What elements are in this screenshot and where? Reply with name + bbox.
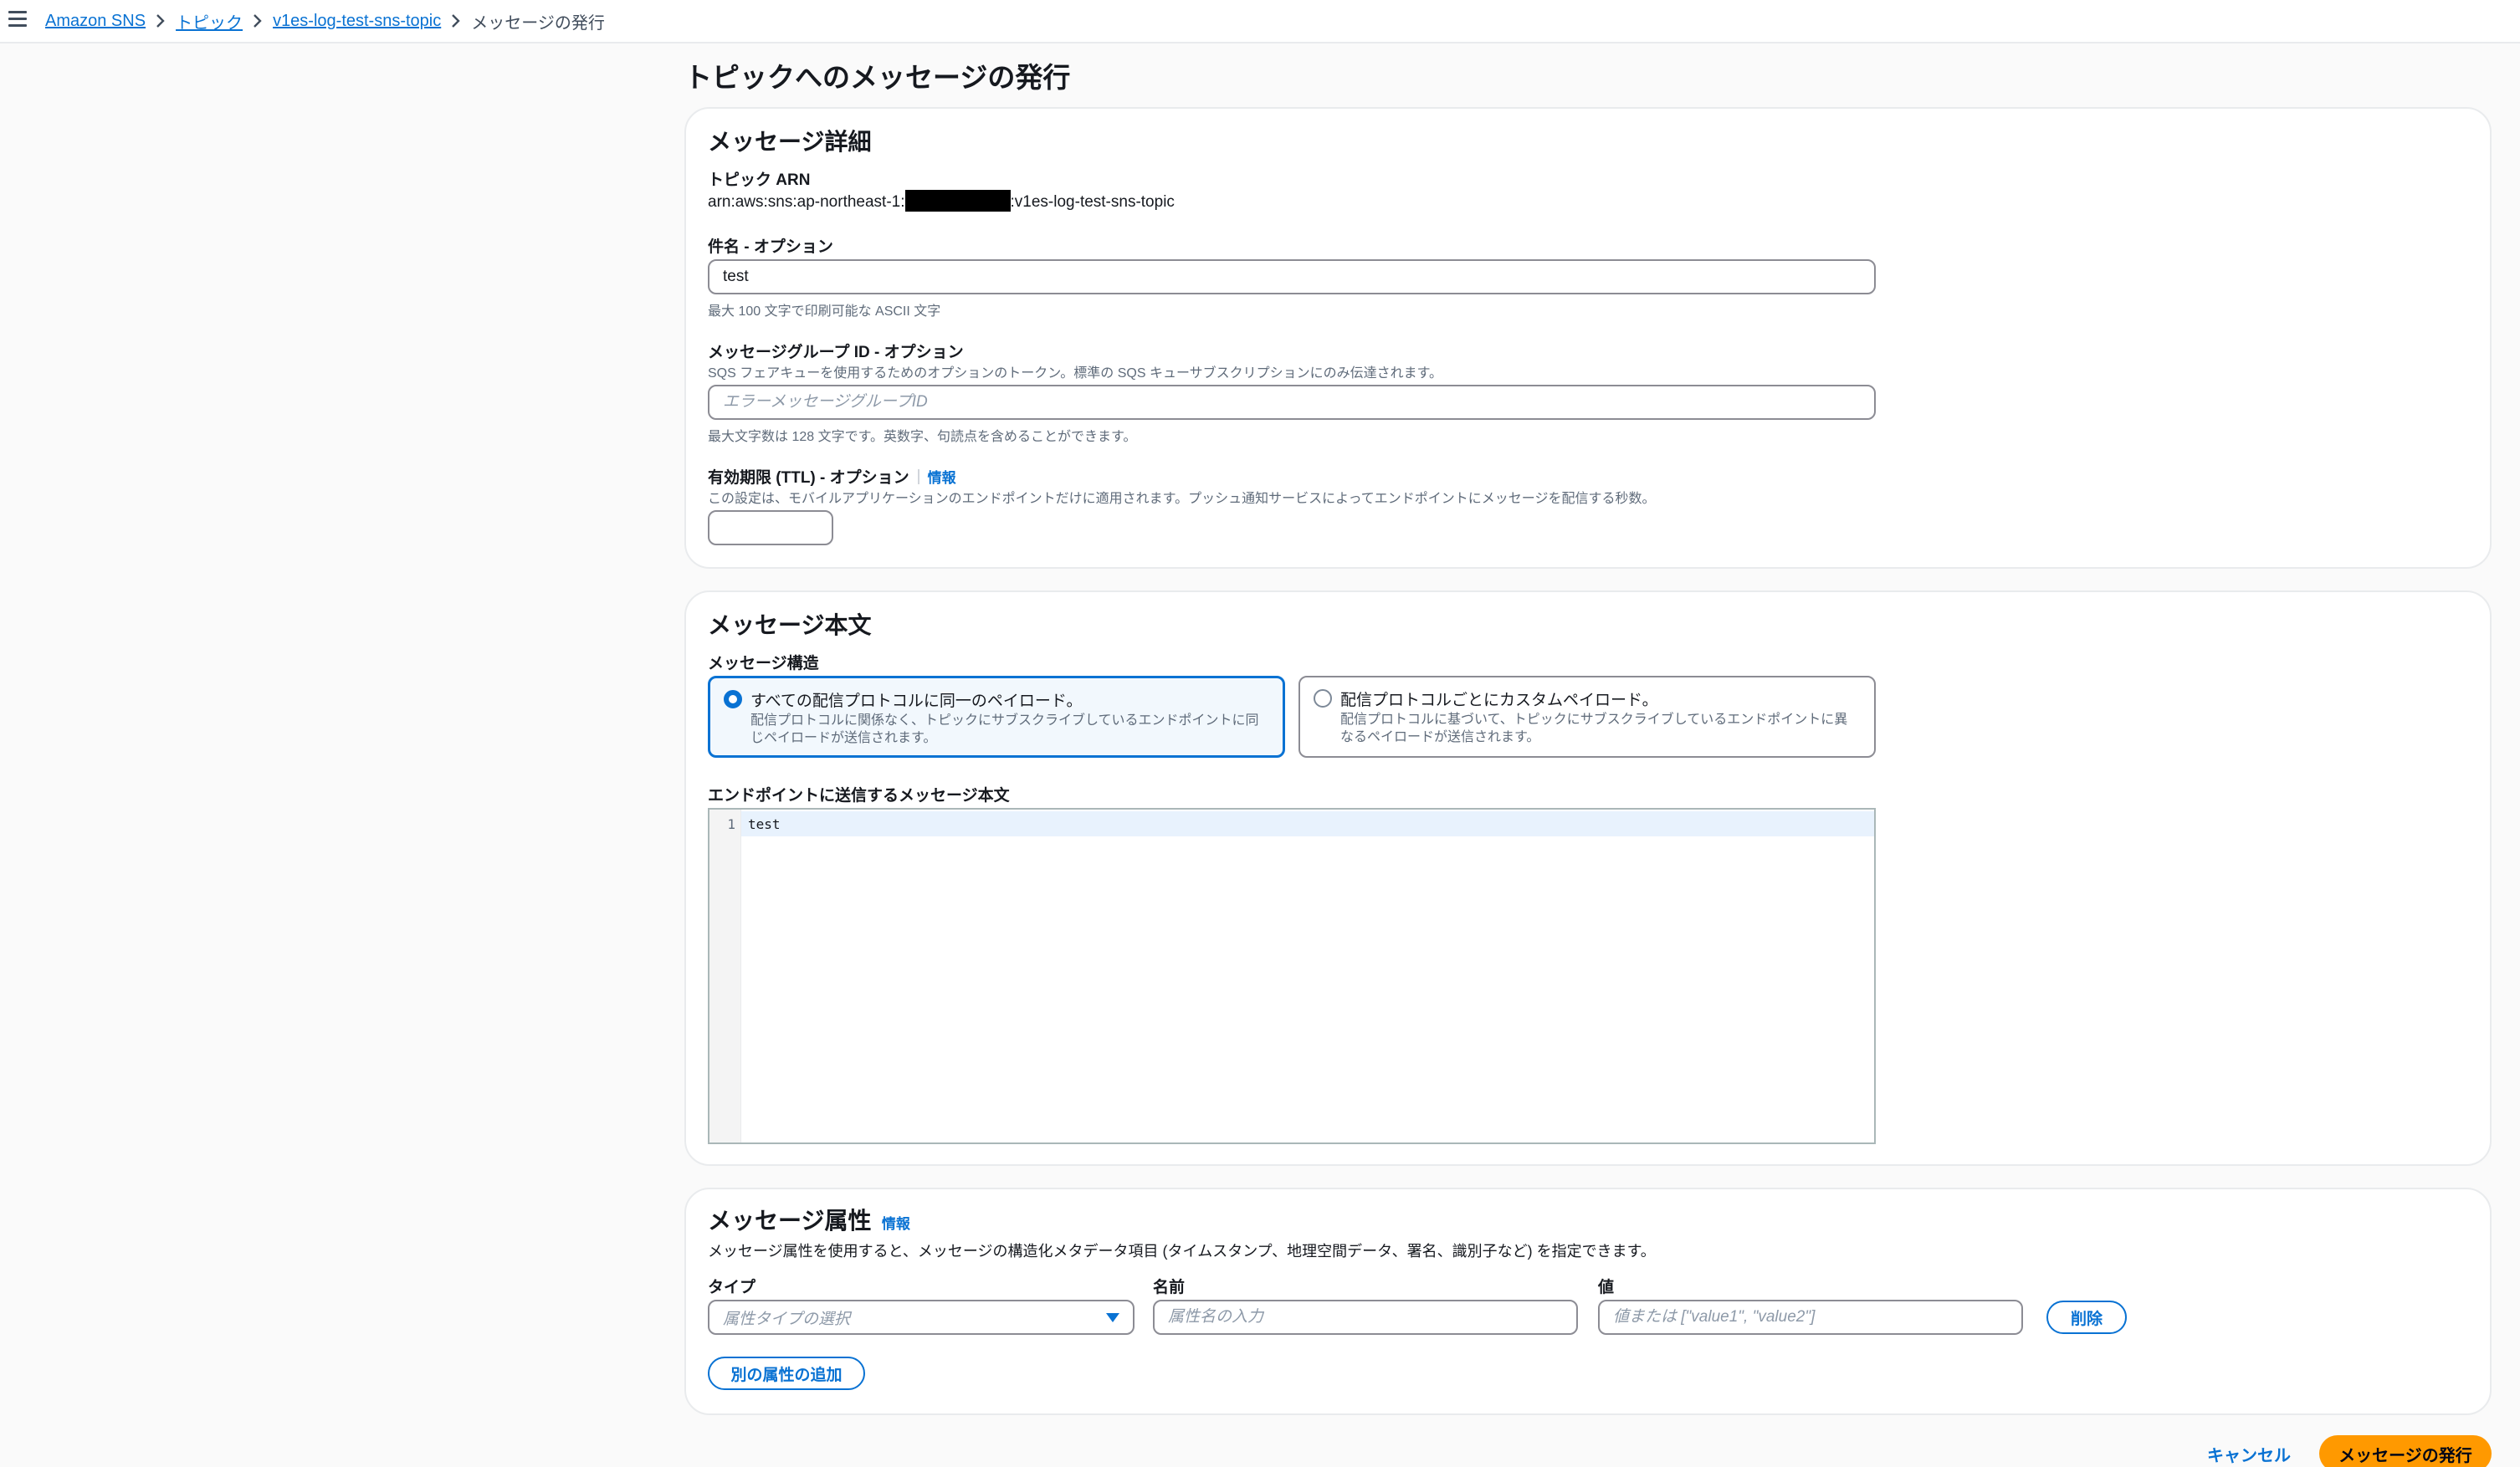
- ttl-label: 有効期限 (TTL) - オプション: [708, 469, 909, 487]
- attribute-name-label: 名前: [1153, 1279, 1186, 1296]
- ttl-info-link[interactable]: 情報: [928, 470, 956, 486]
- message-structure-label: メッセージ構造: [708, 655, 819, 672]
- breadcrumb-topics[interactable]: トピック: [176, 9, 243, 33]
- message-details-heading: メッセージ詳細: [708, 129, 872, 155]
- message-group-id-label: メッセージグループ ID - オプション: [708, 344, 964, 361]
- radio-tile-custom-payload[interactable]: 配信プロトコルごとにカスタムペイロード。 配信プロトコルに基づいて、トピックにサ…: [1298, 676, 1876, 758]
- radio-tile-identical-payload[interactable]: すべての配信プロトコルに同一のペイロード。 配信プロトコルに関係なく、トピックに…: [708, 676, 1285, 758]
- message-attributes-panel: メッセージ属性 情報 メッセージ属性を使用すると、メッセージの構造化メタデータ項…: [684, 1188, 2492, 1415]
- topic-arn-value: arn:aws:sns:ap-northeast-1: :v1es-log-tes…: [708, 190, 1175, 212]
- attribute-value-label: 値: [1598, 1279, 1615, 1296]
- message-attributes-heading: メッセージ属性: [708, 1208, 872, 1234]
- radio-unselected-icon[interactable]: [1314, 689, 1332, 708]
- publish-message-button[interactable]: メッセージの発行: [2319, 1435, 2492, 1467]
- message-group-id-hint: 最大文字数は 128 文字です。英数字、句読点を含めることができます。: [708, 430, 1137, 444]
- subject-label: 件名 - オプション: [708, 238, 833, 256]
- custom-payload-title: 配信プロトコルごとにカスタムペイロード。: [1340, 692, 1658, 709]
- chevron-right-icon: [243, 13, 273, 28]
- top-navigation-bar: Amazon SNS トピック v1es-log-test-sns-topic …: [0, 0, 2520, 43]
- attribute-type-label: タイプ: [708, 1279, 756, 1296]
- subject-hint: 最大 100 文字で印刷可能な ASCII 文字: [708, 304, 941, 319]
- breadcrumb: Amazon SNS トピック v1es-log-test-sns-topic …: [45, 0, 605, 42]
- message-body-code-editor[interactable]: 1 test: [708, 808, 1876, 1144]
- message-group-id-input[interactable]: [708, 385, 1876, 420]
- breadcrumb-topic-name[interactable]: v1es-log-test-sns-topic: [273, 12, 441, 31]
- attributes-info-link[interactable]: 情報: [882, 1216, 910, 1232]
- attribute-type-placeholder: 属性タイプの選択: [723, 1310, 851, 1328]
- radio-selected-icon[interactable]: [724, 690, 742, 708]
- editor-gutter: 1: [709, 810, 741, 1142]
- active-line-highlight: [741, 811, 1874, 836]
- attribute-name-input[interactable]: [1153, 1300, 1578, 1335]
- cancel-button[interactable]: キャンセル: [2207, 1442, 2291, 1466]
- add-attribute-button[interactable]: 別の属性の追加: [708, 1357, 865, 1390]
- identical-payload-description: 配信プロトコルに関係なく、トピックにサブスクライブしているエンドポイントに同じペ…: [750, 713, 1259, 745]
- message-body-panel: メッセージ本文 メッセージ構造 すべての配信プロトコルに同一のペイロード。 配信…: [684, 590, 2492, 1166]
- caret-down-icon: [1106, 1313, 1119, 1322]
- message-body-heading: メッセージ本文: [708, 612, 872, 638]
- line-number: 1: [727, 816, 735, 832]
- message-group-id-description: SQS フェアキューを使用するためのオプションのトークン。標準の SQS キュー…: [708, 366, 1443, 381]
- ttl-label-row: 有効期限 (TTL) - オプション 情報: [708, 465, 956, 488]
- message-body-editor-label: エンドポイントに送信するメッセージ本文: [708, 787, 1010, 805]
- redacted-account-id: [904, 190, 1011, 212]
- menu-icon[interactable]: [8, 11, 27, 28]
- message-attributes-description: メッセージ属性を使用すると、メッセージの構造化メタデータ項目 (タイムスタンプ、…: [708, 1243, 1656, 1260]
- custom-payload-description: 配信プロトコルに基づいて、トピックにサブスクライブしているエンドポイントに異なる…: [1340, 713, 1848, 744]
- breadcrumb-amazon-sns[interactable]: Amazon SNS: [45, 12, 146, 31]
- attribute-type-select[interactable]: 属性タイプの選択: [708, 1300, 1135, 1335]
- divider: [917, 469, 919, 484]
- attribute-value-input[interactable]: [1598, 1300, 2023, 1335]
- breadcrumb-current: メッセージの発行: [471, 13, 605, 33]
- remove-attribute-button[interactable]: 削除: [2046, 1301, 2127, 1334]
- chevron-right-icon: [146, 13, 176, 28]
- ttl-description: この設定は、モバイルアプリケーションのエンドポイントだけに適用されます。プッシュ…: [708, 492, 1656, 506]
- editor-code-text[interactable]: test: [748, 816, 781, 832]
- message-details-panel: メッセージ詳細 トピック ARN arn:aws:sns:ap-northeas…: [684, 107, 2492, 569]
- ttl-input[interactable]: [708, 510, 833, 545]
- topic-arn-prefix: arn:aws:sns:ap-northeast-1:: [708, 193, 905, 211]
- topic-arn-suffix: :v1es-log-test-sns-topic: [1010, 193, 1175, 211]
- message-attributes-heading-row: メッセージ属性 情報: [708, 1203, 910, 1236]
- topic-arn-label: トピック ARN: [708, 171, 811, 189]
- identical-payload-title: すべての配信プロトコルに同一のペイロード。: [750, 693, 1083, 710]
- chevron-right-icon: [441, 13, 471, 28]
- subject-input[interactable]: [708, 259, 1876, 294]
- page-title: トピックへのメッセージの発行: [684, 62, 1071, 93]
